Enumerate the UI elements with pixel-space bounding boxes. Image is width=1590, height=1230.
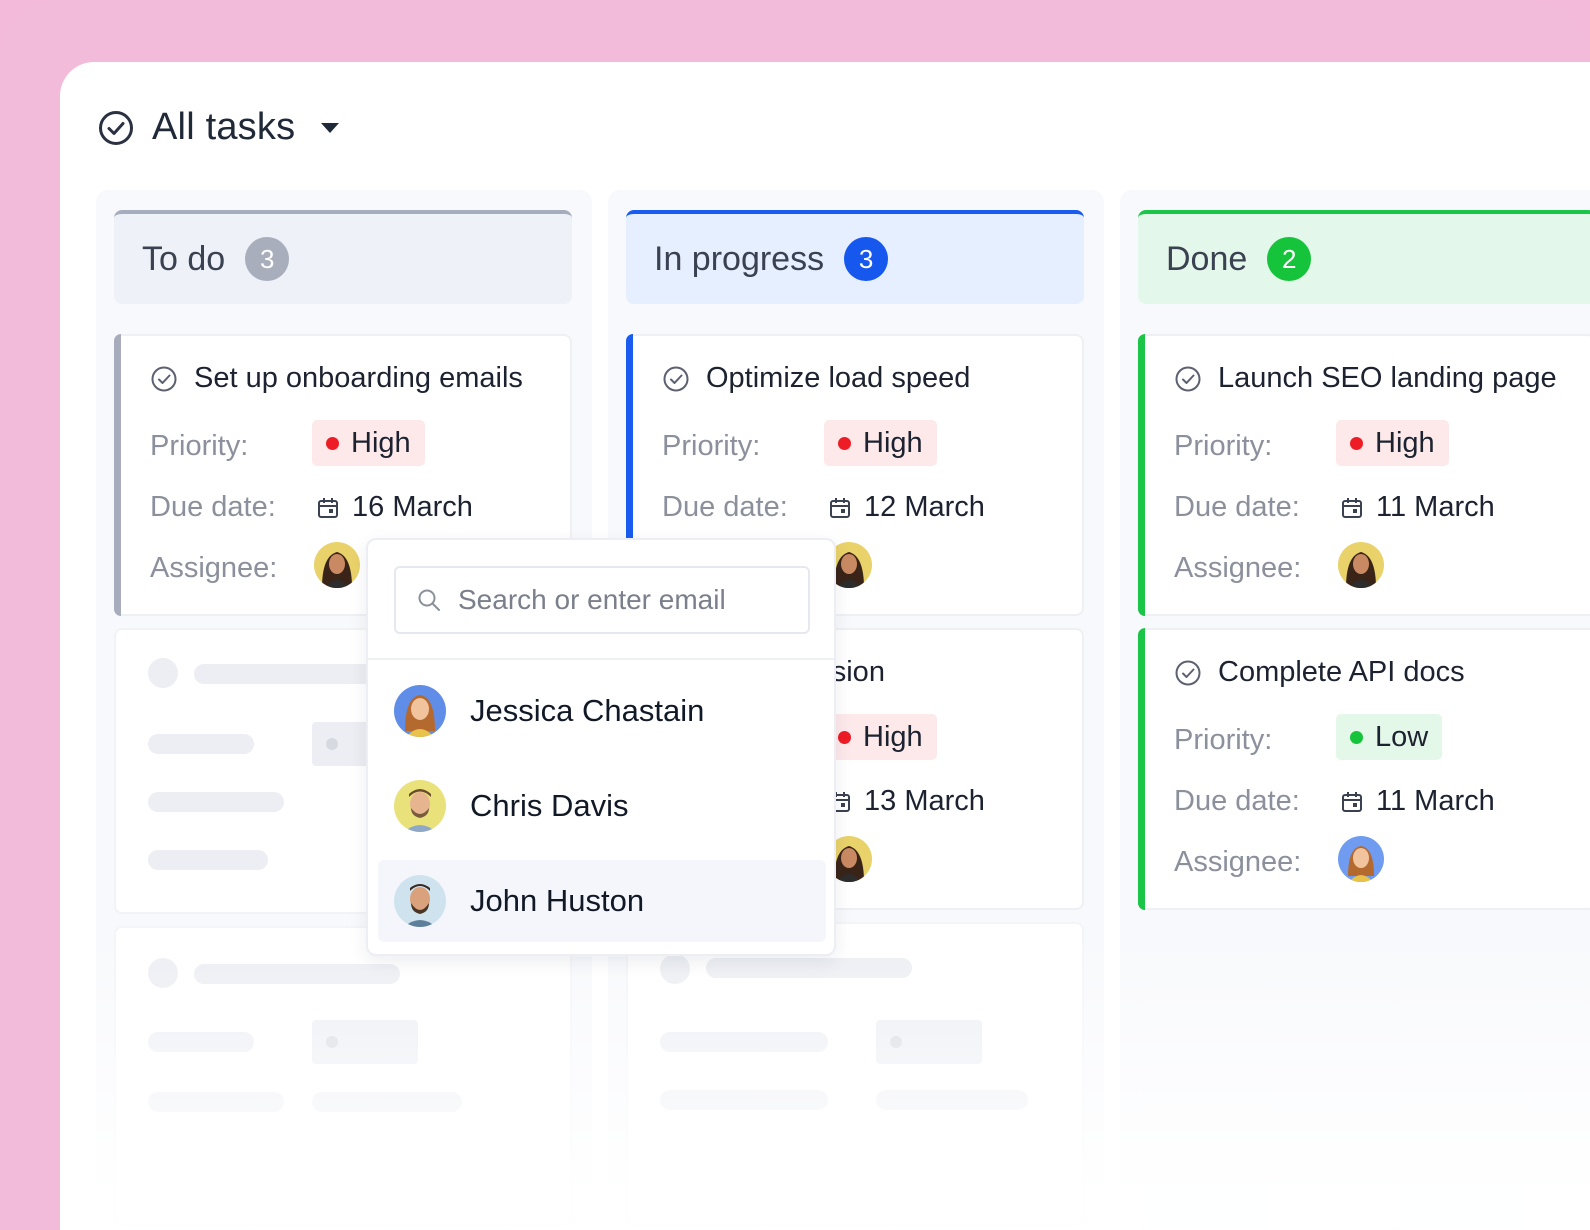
task-title: Set up onboarding emails xyxy=(150,362,523,395)
bottom-fade xyxy=(60,930,1590,1230)
priority-dot xyxy=(838,436,851,450)
assignee-option[interactable]: Chris Davis xyxy=(378,765,826,847)
due-date[interactable]: 11 March xyxy=(1340,785,1495,818)
task-title-text: Optimize load speed xyxy=(706,362,971,394)
search-icon xyxy=(418,589,440,611)
task-title-text: Launch SEO landing page xyxy=(1218,362,1557,394)
check-circle-icon[interactable] xyxy=(150,365,178,393)
due-date-value: 12 March xyxy=(864,491,985,523)
task-count-badge: 2 xyxy=(1267,237,1312,281)
assignee-label: Assignee: xyxy=(1174,552,1302,584)
avatar xyxy=(394,685,446,737)
due-date[interactable]: 13 March xyxy=(828,785,985,818)
task-title-text: Complete API docs xyxy=(1218,656,1465,688)
due-date-label: Due date: xyxy=(1174,491,1300,523)
due-date[interactable]: 11 March xyxy=(1340,491,1495,524)
due-date-value: 11 March xyxy=(1376,785,1495,817)
view-selector[interactable]: All tasks xyxy=(98,106,340,149)
card-accent xyxy=(114,334,121,616)
skeleton xyxy=(148,792,284,812)
assignee-name: Chris Davis xyxy=(470,788,629,823)
priority-label: Priority: xyxy=(1174,724,1273,756)
search-field[interactable] xyxy=(394,566,810,634)
priority-badge[interactable]: High xyxy=(824,420,937,466)
due-date[interactable]: 12 March xyxy=(828,491,985,524)
assignee-name: John Huston xyxy=(470,883,645,918)
priority-dot xyxy=(1350,436,1363,450)
assignee-option[interactable]: Jessica Chastain xyxy=(378,670,826,752)
task-card[interactable]: Complete API docs Priority: Low Due date… xyxy=(1138,628,1590,910)
due-date-label: Due date: xyxy=(150,491,276,523)
task-title: Launch SEO landing page xyxy=(1174,362,1557,395)
priority-value: High xyxy=(863,720,923,753)
due-date-value: 13 March xyxy=(864,785,985,817)
due-date-label: Due date: xyxy=(662,491,788,523)
priority-value: High xyxy=(863,426,923,459)
search-input[interactable] xyxy=(456,583,790,617)
avatar[interactable] xyxy=(1338,836,1384,882)
avatar[interactable] xyxy=(1338,542,1384,588)
priority-value: High xyxy=(351,426,411,459)
caret-down-icon[interactable] xyxy=(321,122,340,133)
priority-label: Priority: xyxy=(150,430,249,462)
task-card[interactable]: Launch SEO landing page Priority: High D… xyxy=(1138,334,1590,616)
priority-dot xyxy=(838,730,851,744)
task-title: Complete API docs xyxy=(1174,656,1465,689)
column-header-in-progress[interactable]: In progress 3 xyxy=(626,210,1084,304)
calendar-icon xyxy=(1342,497,1362,518)
card-accent xyxy=(1138,334,1145,616)
due-date-value: 11 March xyxy=(1376,491,1495,523)
column-header-todo[interactable]: To do 3 xyxy=(114,210,572,304)
column-title: To do xyxy=(142,239,226,278)
check-circle-icon[interactable] xyxy=(1174,365,1202,393)
due-date-label: Due date: xyxy=(1174,785,1300,817)
column-title: Done xyxy=(1166,239,1248,278)
due-date[interactable]: 16 March xyxy=(316,491,473,524)
task-title-text: Set up onboarding emails xyxy=(194,362,523,394)
task-count-badge: 3 xyxy=(844,237,889,281)
check-circle-icon[interactable] xyxy=(662,365,690,393)
assignee-label: Assignee: xyxy=(150,552,278,584)
calendar-icon xyxy=(318,497,338,518)
priority-dot xyxy=(1350,730,1363,744)
priority-value: Low xyxy=(1375,720,1429,753)
check-circle-icon[interactable] xyxy=(1174,659,1202,687)
avatar[interactable] xyxy=(314,542,360,588)
card-accent xyxy=(1138,628,1145,910)
assignee-name: Jessica Chastain xyxy=(470,693,705,728)
task-count-badge: 3 xyxy=(245,237,290,281)
priority-dot xyxy=(326,436,339,450)
avatar xyxy=(394,875,446,927)
skeleton xyxy=(148,850,268,870)
page-title: All tasks xyxy=(152,106,296,148)
due-date-value: 16 March xyxy=(352,491,473,523)
divider xyxy=(368,658,834,660)
priority-value: High xyxy=(1375,426,1435,459)
assignee-option[interactable]: John Huston xyxy=(378,860,826,942)
skeleton xyxy=(194,664,394,684)
app-window: All tasks To do 3 Set up onboarding emai… xyxy=(60,62,1590,1230)
avatar xyxy=(394,780,446,832)
skeleton xyxy=(148,658,178,688)
priority-badge[interactable]: High xyxy=(824,714,937,760)
assignee-label: Assignee: xyxy=(1174,846,1302,878)
calendar-icon xyxy=(830,497,850,518)
check-circle-icon xyxy=(99,110,133,145)
priority-badge[interactable]: High xyxy=(1336,420,1449,466)
priority-badge[interactable]: Low xyxy=(1336,714,1443,760)
task-title: Optimize load speed xyxy=(662,362,970,395)
skeleton xyxy=(148,734,254,754)
column-title: In progress xyxy=(654,239,825,278)
calendar-icon xyxy=(1342,791,1362,812)
column-header-done[interactable]: Done 2 xyxy=(1138,210,1590,304)
priority-label: Priority: xyxy=(1174,430,1273,462)
priority-label: Priority: xyxy=(662,430,761,462)
assignee-dropdown: Jessica Chastain Chris Davis John Huston xyxy=(366,538,836,956)
priority-badge[interactable]: High xyxy=(312,420,425,466)
